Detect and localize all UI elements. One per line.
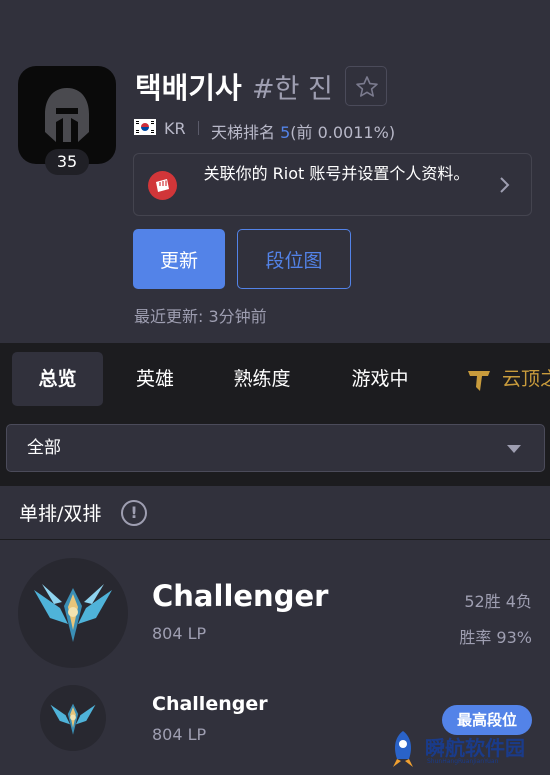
queue-filter-value: 全部 <box>27 438 61 458</box>
favorite-button[interactable] <box>345 66 387 106</box>
tab-live-game[interactable]: 游戏中 <box>332 352 428 406</box>
rocket-logo-icon <box>393 731 413 767</box>
region-label: KR <box>164 119 186 138</box>
star-icon <box>356 76 378 97</box>
tab-champions[interactable]: 英雄 <box>116 352 194 406</box>
riot-link-banner[interactable]: 关联你的 Riot 账号并设置个人资料。 <box>133 153 532 216</box>
riot-fist-icon <box>148 171 177 200</box>
helmet-icon <box>45 88 89 142</box>
divider <box>198 121 199 135</box>
win-loss-record: 52胜 4负 <box>464 592 532 611</box>
chevron-right-icon <box>500 177 510 193</box>
tier-graph-button[interactable]: 段位图 <box>237 229 351 289</box>
riot-link-text: 关联你的 Riot 账号并设置个人资料。 <box>203 164 470 183</box>
watermark-subtitle: ShunHangRuanJianYuan <box>427 758 499 765</box>
tab-bar: 总览 英雄 熟练度 游戏中 云顶之 <box>0 343 550 413</box>
tab-mastery[interactable]: 熟练度 <box>214 352 310 406</box>
last-updated: 最近更新: 3分钟前 <box>134 307 267 326</box>
korea-flag-icon <box>134 119 156 135</box>
peak-lp: 804 LP <box>152 725 207 744</box>
info-icon[interactable]: ! <box>121 500 147 526</box>
peak-tier: Challenger <box>152 693 268 715</box>
ladder-percent: (前 0.0011%) <box>290 123 396 142</box>
tab-tft[interactable]: 云顶之 <box>466 352 550 406</box>
ladder-rank[interactable]: 天梯排名 5(前 0.0011%) <box>211 119 395 143</box>
current-lp: 804 LP <box>152 624 207 643</box>
challenger-emblem-icon <box>18 558 128 668</box>
tft-icon <box>468 370 490 391</box>
queue-filter-select[interactable]: 全部 <box>6 424 545 472</box>
summoner-tag: #한 진 <box>252 74 333 105</box>
update-button[interactable]: 更新 <box>133 229 225 289</box>
level-badge: 35 <box>45 149 89 175</box>
watermark-title: 瞬航软件园 <box>425 736 525 760</box>
ranked-header: 单排/双排 ! <box>0 486 550 540</box>
profile-header: 35 택배기사 #한 진 KR 天梯排名 5(前 0.0011%) 关联你的 R… <box>0 0 550 343</box>
ladder-rank-value: 5 <box>280 123 291 142</box>
chevron-down-icon <box>507 445 521 453</box>
win-rate: 胜率 93% <box>459 628 532 647</box>
summoner-name: 택배기사 <box>135 71 242 105</box>
tab-tft-label: 云顶之 <box>502 368 550 390</box>
tab-overview[interactable]: 总览 <box>12 352 103 406</box>
watermark-logo: 瞬航软件园 ShunHangRuanJianYuan <box>385 727 525 773</box>
current-tier: Challenger <box>152 579 329 613</box>
ladder-label: 天梯排名 <box>211 123 276 142</box>
ranked-title: 单排/双排 <box>19 503 102 525</box>
peak-emblem-icon <box>40 685 106 751</box>
